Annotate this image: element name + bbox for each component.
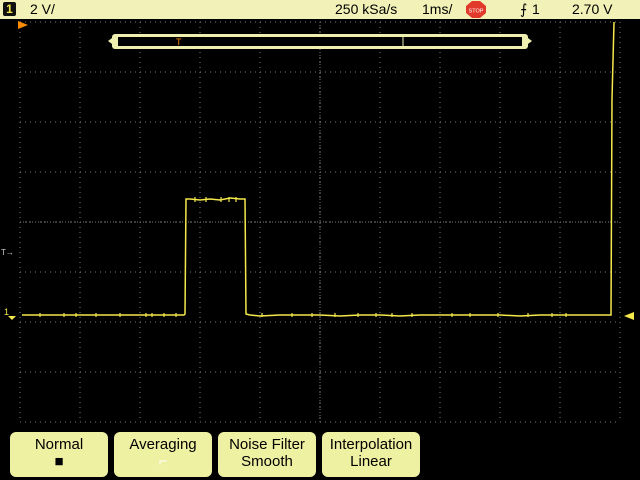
softkey-title: Averaging: [129, 436, 197, 453]
softkey-title: Interpolation: [329, 436, 413, 453]
trigger-level-label: T→: [1, 248, 14, 257]
volts-per-div: 2 V/: [30, 1, 55, 17]
softkey-averaging[interactable]: Averaging ⌐: [114, 432, 212, 477]
channel-ground-marker: 1: [4, 307, 9, 317]
sample-rate: 250 kSa/s: [335, 1, 398, 17]
right-level-arrow: [624, 312, 634, 320]
time-per-div: 1ms/: [422, 1, 453, 17]
softkey-noise-filter[interactable]: Noise Filter Smooth: [218, 432, 316, 477]
waveform-canvas: T T→ 1: [1, 21, 634, 423]
run-state-label: STOP: [469, 9, 484, 15]
softkey-value: ⌐: [158, 453, 168, 470]
waveform-display[interactable]: T T→ 1: [0, 19, 640, 426]
stop-icon: STOP: [466, 1, 486, 18]
softkey-bar: Normal ■ Averaging ⌐ Noise Filter Smooth…: [0, 426, 640, 480]
status-bar: 1 2 V/ 250 kSa/s 1ms/ STOP ⨍ 1 2.70 V: [0, 0, 640, 19]
channel-badge: 1: [3, 2, 16, 16]
trigger-point-arrow: [18, 21, 28, 29]
softkey-value: ■: [54, 453, 64, 470]
softkey-title: Normal: [34, 436, 84, 453]
trigger-source: 1: [532, 1, 540, 17]
softkey-value: Smooth: [241, 453, 293, 470]
trigger-position-marker: T: [176, 37, 182, 47]
softkey-value: Linear: [350, 453, 392, 470]
softkey-title: Noise Filter: [229, 436, 305, 453]
trigger-level: 2.70 V: [572, 1, 613, 17]
softkey-normal[interactable]: Normal ■: [10, 432, 108, 477]
softkey-interpolation[interactable]: Interpolation Linear: [322, 432, 420, 477]
channel-ground-arrow: [8, 316, 16, 320]
trigger-slope-icon: ⨍: [520, 1, 528, 17]
